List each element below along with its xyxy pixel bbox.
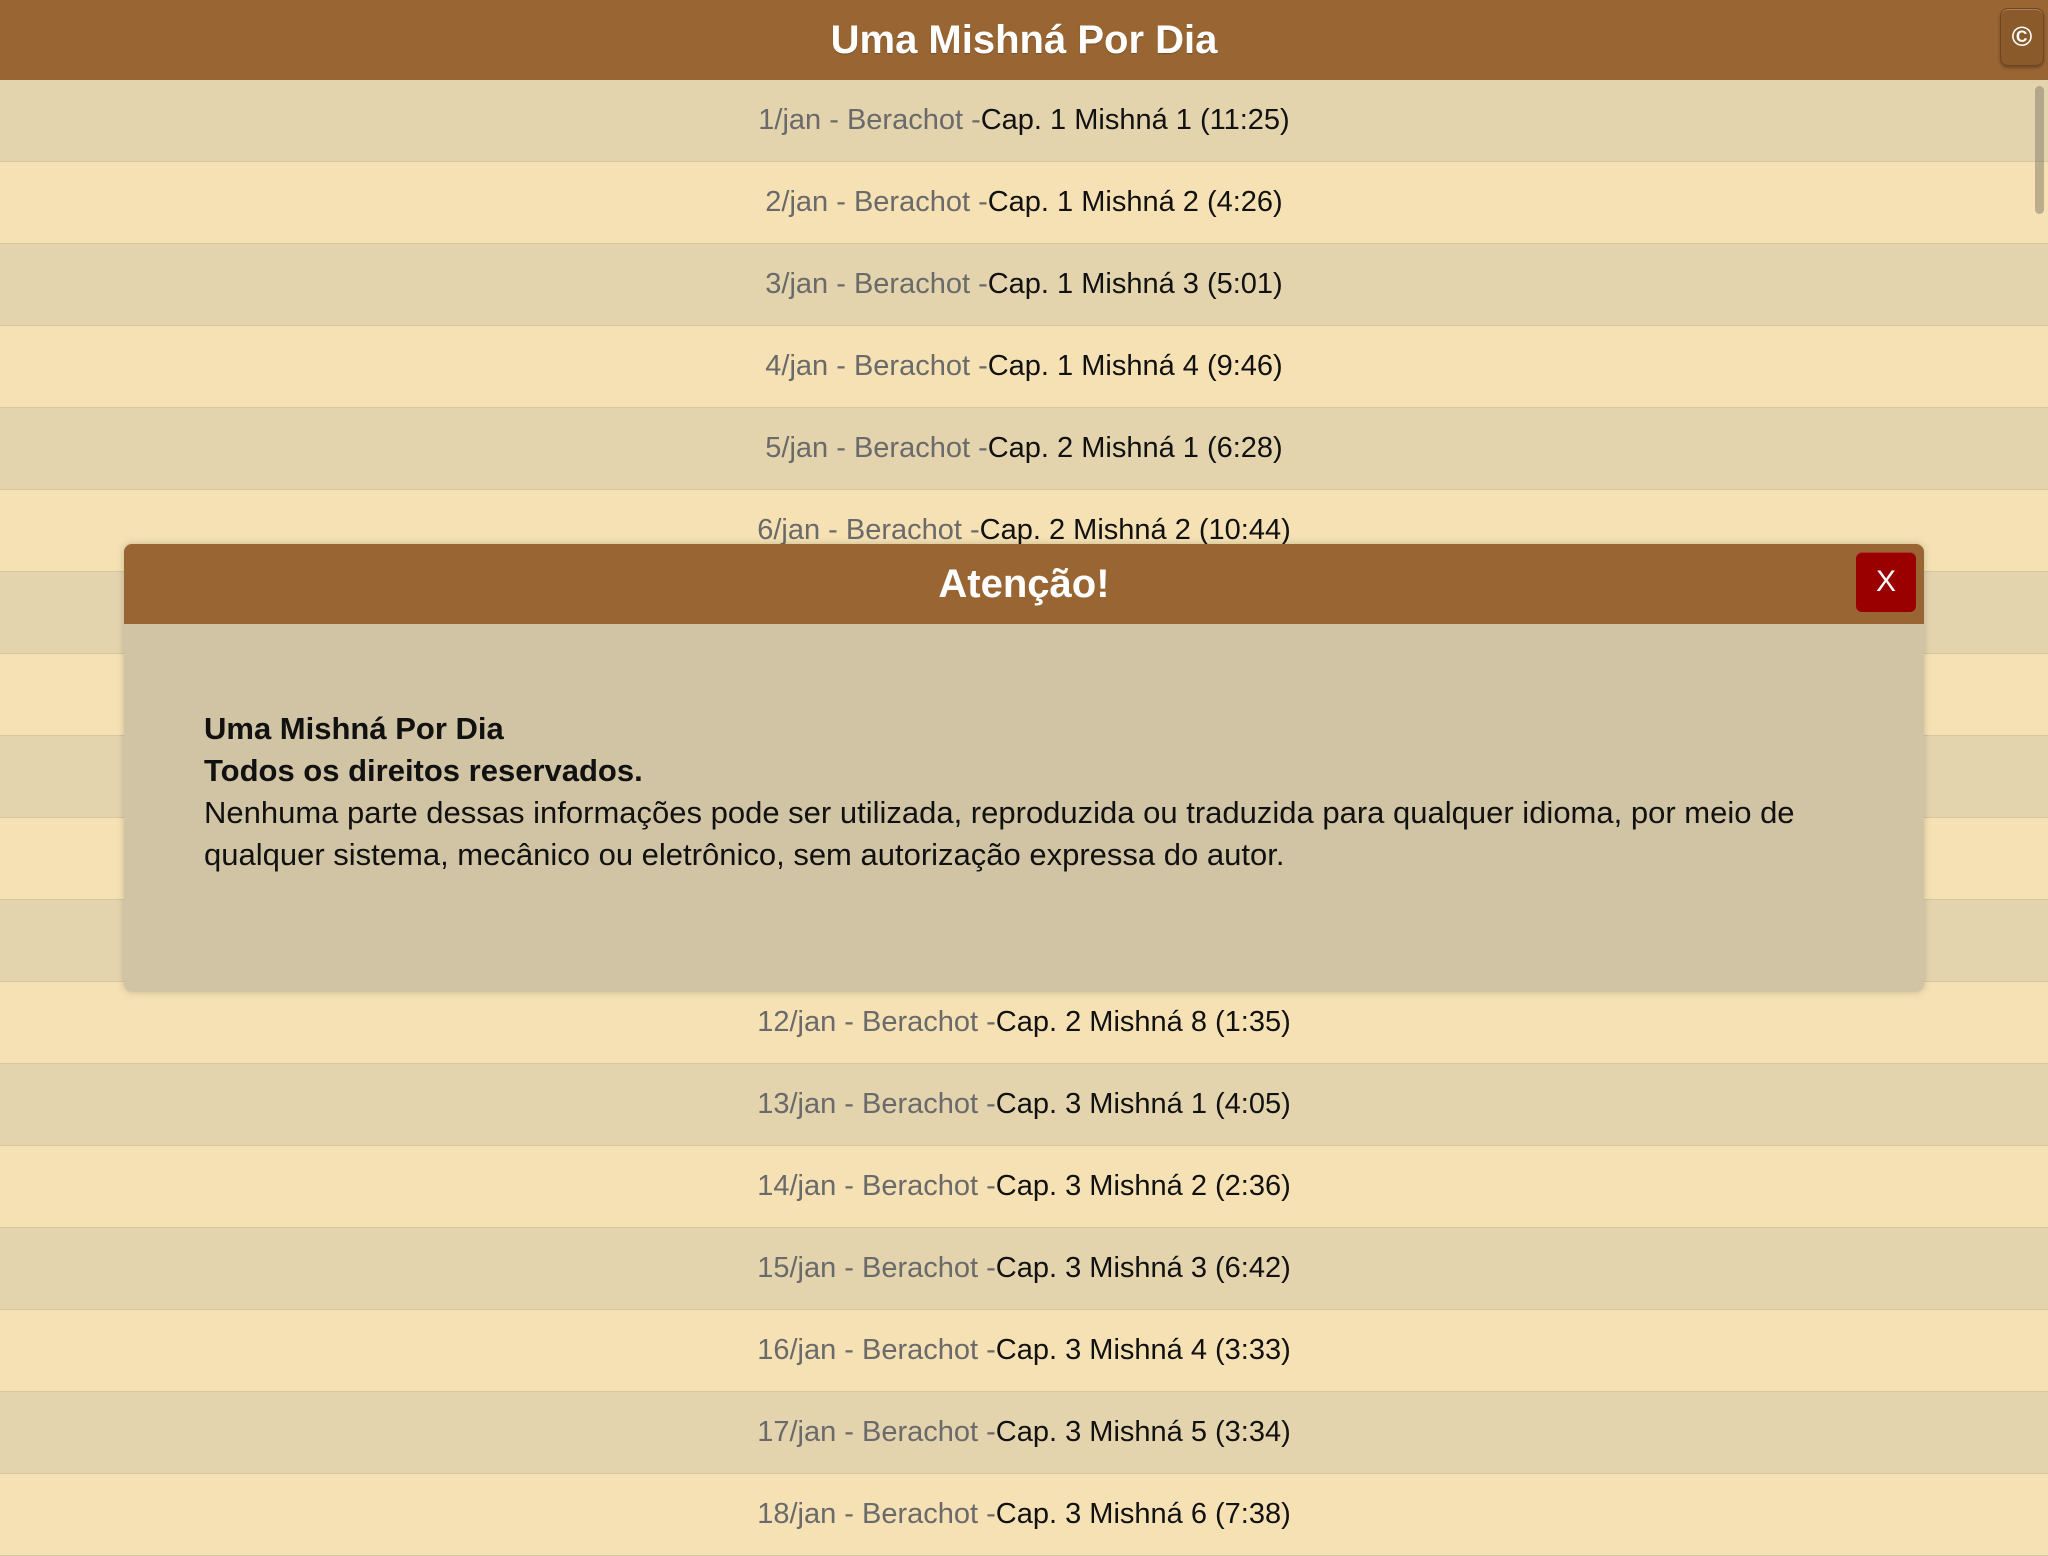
close-button[interactable]: X	[1856, 552, 1916, 612]
copyright-dialog: Atenção! X Uma Mishná Por Dia Todos os d…	[124, 544, 1924, 992]
dialog-body: Uma Mishná Por Dia Todos os direitos res…	[124, 624, 1924, 876]
dialog-rights: Todos os direitos reservados.	[204, 753, 643, 788]
dialog-title: Atenção!	[938, 561, 1110, 606]
dialog-app-name: Uma Mishná Por Dia	[204, 711, 504, 746]
app-header: Uma Mishná Por Dia ©	[0, 0, 2048, 80]
dialog-header: Atenção! X	[124, 544, 1924, 624]
copyright-icon: ©	[2011, 21, 2033, 52]
dialog-notice: Nenhuma parte dessas informações pode se…	[204, 795, 1795, 872]
app-title: Uma Mishná Por Dia	[830, 17, 1218, 62]
close-icon: X	[1875, 565, 1896, 598]
copyright-button[interactable]: ©	[2000, 8, 2044, 66]
